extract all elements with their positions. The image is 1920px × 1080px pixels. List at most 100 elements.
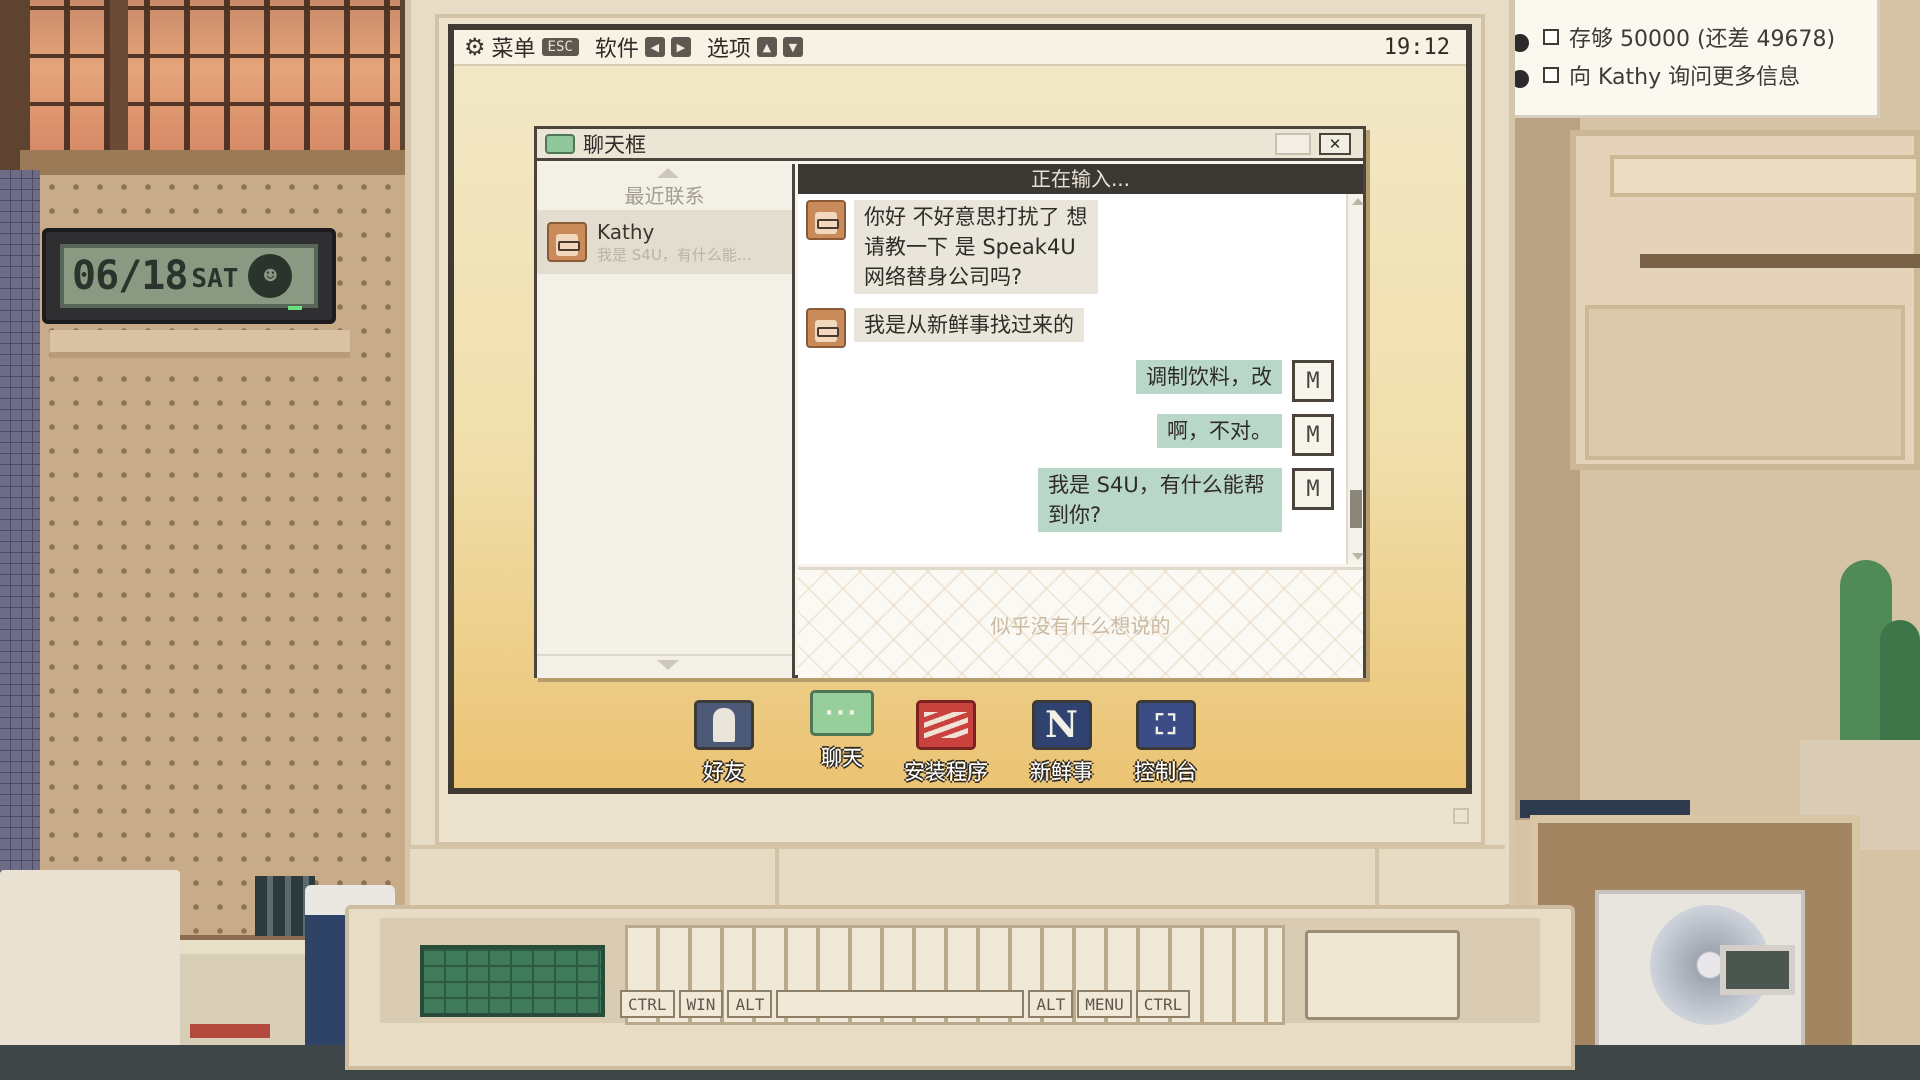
task-list: 存够 50000 (还差 49678) 向 Kathy 询问更多信息 [1500, 0, 1880, 118]
dock-friends[interactable]: 好友 [694, 700, 754, 786]
dock-label: 好友 [703, 760, 745, 784]
message-text: 我是从新鲜事找过来的 [854, 308, 1084, 342]
input-placeholder: 似乎没有什么想说的 [990, 613, 1171, 638]
cabinet-drawer [1610, 155, 1920, 197]
contact-preview: 我是 S4U，有什么能… [597, 245, 752, 264]
key-ctrl-right[interactable]: CTRL [1135, 990, 1191, 1018]
arrow-up-icon[interactable]: ▲ [756, 37, 777, 57]
trackpad[interactable] [420, 945, 605, 1017]
checkbox-icon [1543, 29, 1559, 45]
contacts-panel: 最近联系 Kathy 我是 S4U，有什么能… [537, 164, 795, 678]
left-shelf [50, 330, 350, 358]
task-label: 向 Kathy 询问更多信息 [1569, 65, 1801, 90]
message-outgoing: 啊，不对。 [1157, 414, 1334, 456]
mug [0, 870, 180, 1055]
face-icon: ☻ [248, 254, 293, 298]
system-clock: 19:12 [1383, 34, 1450, 60]
avatar [806, 200, 846, 240]
dock-label: 控制台 [1134, 760, 1197, 784]
mail-icon [1292, 468, 1334, 510]
checkbox-icon [1543, 67, 1559, 83]
message-input[interactable]: 似乎没有什么想说的 [798, 567, 1363, 678]
cabinet-rail [1640, 254, 1920, 268]
scroll-up-icon[interactable] [1352, 198, 1364, 205]
news-icon: N [1031, 700, 1092, 750]
divider [537, 654, 792, 656]
window-sill [20, 150, 410, 176]
menu-button[interactable]: ⚙ 菜单 ESC [464, 31, 579, 63]
key-menu[interactable]: MENU [1077, 990, 1132, 1018]
arrow-left-icon[interactable]: ◀ [644, 37, 665, 57]
dock-installer[interactable]: 安装程序 [904, 700, 988, 786]
chat-window-icon [545, 133, 575, 154]
key-alt-left[interactable]: ALT [727, 990, 773, 1018]
task-item: 向 Kathy 询问更多信息 [1543, 56, 1877, 94]
mail-icon [1292, 414, 1334, 456]
console-icon: ⛶ [1135, 700, 1196, 750]
dock-label: 新鲜事 [1030, 760, 1093, 784]
avatar [547, 222, 587, 262]
conversation-area: 你好 不好意思打扰了 想请教一下 是 Speak4U 网络替身公司吗? 我是从新… [798, 194, 1346, 564]
modifier-row: CTRL WIN ALT ALT MENU CTRL [620, 990, 1191, 1018]
software-label: 软件 [594, 37, 639, 62]
maximize-button[interactable] [1275, 133, 1311, 155]
message-text: 啊，不对。 [1157, 414, 1282, 448]
clock-display: 06/18 SAT ☻ [60, 244, 318, 308]
dock-chat[interactable]: ··· 聊天 [810, 690, 874, 772]
cd-screen [1720, 945, 1795, 995]
chat-icon: ··· [810, 690, 874, 736]
clock-date: 06/18 [72, 253, 188, 299]
close-button[interactable]: ✕ [1319, 133, 1351, 155]
game-scene: 06/18 SAT ☻ 存够 50000 (还差 49678) 向 Kathy … [0, 0, 1920, 1080]
window-grille [30, 0, 400, 150]
task-item: 存够 50000 (还差 49678) [1543, 18, 1877, 56]
dock-console[interactable]: ⛶ 控制台 [1134, 700, 1197, 786]
software-button[interactable]: 软件 ◀ ▶ [595, 31, 691, 63]
options-button[interactable]: 选项 ▲ ▼ [707, 31, 803, 63]
clock-led [288, 306, 302, 310]
message-text: 调制饮料，改 [1136, 360, 1282, 394]
scroll-up-icon[interactable] [657, 168, 679, 178]
scroll-thumb[interactable] [1350, 490, 1362, 528]
arrow-down-icon[interactable]: ▼ [782, 37, 803, 57]
menu-bar: ⚙ 菜单 ESC 软件 ◀ ▶ 选项 ▲ ▼ 19:12 [454, 30, 1466, 66]
dock-news[interactable]: N 新鲜事 [1030, 700, 1093, 786]
mail-icon [1292, 360, 1334, 402]
message-outgoing: 调制饮料，改 [1136, 360, 1334, 402]
dock-label: 聊天 [821, 746, 863, 770]
esc-key-hint: ESC [541, 38, 579, 56]
cactus-small [1880, 620, 1920, 750]
friends-icon [694, 700, 754, 750]
chat-window-title: 聊天框 [583, 132, 646, 157]
conversation-scrollbar[interactable] [1346, 194, 1364, 564]
options-label: 选项 [706, 37, 751, 62]
message-incoming: 你好 不好意思打扰了 想请教一下 是 Speak4U 网络替身公司吗? [806, 200, 1098, 294]
contact-name: Kathy [597, 219, 655, 244]
books [180, 940, 310, 1050]
key-ctrl-left[interactable]: CTRL [620, 990, 675, 1018]
gear-icon: ⚙ [464, 33, 486, 61]
message-outgoing: 我是 S4U，有什么能帮到你? [1038, 468, 1334, 532]
scroll-down-icon[interactable] [657, 660, 679, 670]
app-dock: 好友 ··· 聊天 安装程序 N 新鲜事 ⛶ 控制台 [694, 690, 1254, 788]
enter-key[interactable] [1305, 930, 1460, 1020]
clock-day: SAT [191, 264, 239, 294]
key-alt-right[interactable]: ALT [1028, 990, 1074, 1018]
monitor-button[interactable] [1453, 808, 1469, 824]
message-text: 你好 不好意思打扰了 想请教一下 是 Speak4U 网络替身公司吗? [854, 200, 1098, 294]
monitor-screen: ⚙ 菜单 ESC 软件 ◀ ▶ 选项 ▲ ▼ 19:12 聊天框 ✕ 最近联系 … [448, 24, 1472, 794]
contacts-header: 最近联系 [624, 184, 705, 208]
typing-status: 正在输入... [798, 164, 1363, 194]
task-label: 存够 50000 (还差 49678) [1569, 27, 1836, 52]
key-space[interactable] [776, 990, 1025, 1018]
scroll-down-icon[interactable] [1352, 553, 1364, 560]
dock-label: 安装程序 [904, 760, 988, 784]
message-incoming: 我是从新鲜事找过来的 [806, 308, 1084, 348]
menu-label: 菜单 [491, 37, 536, 62]
contact-item-kathy[interactable]: Kathy 我是 S4U，有什么能… [537, 210, 792, 274]
key-win[interactable]: WIN [678, 990, 724, 1018]
chat-window: 聊天框 ✕ 最近联系 Kathy 我是 S4U，有什么能… 正在输入... 你好… [534, 126, 1366, 678]
desk-clock[interactable]: 06/18 SAT ☻ [42, 228, 336, 324]
chat-titlebar[interactable]: 聊天框 ✕ [537, 129, 1363, 161]
arrow-right-icon[interactable]: ▶ [670, 37, 691, 57]
